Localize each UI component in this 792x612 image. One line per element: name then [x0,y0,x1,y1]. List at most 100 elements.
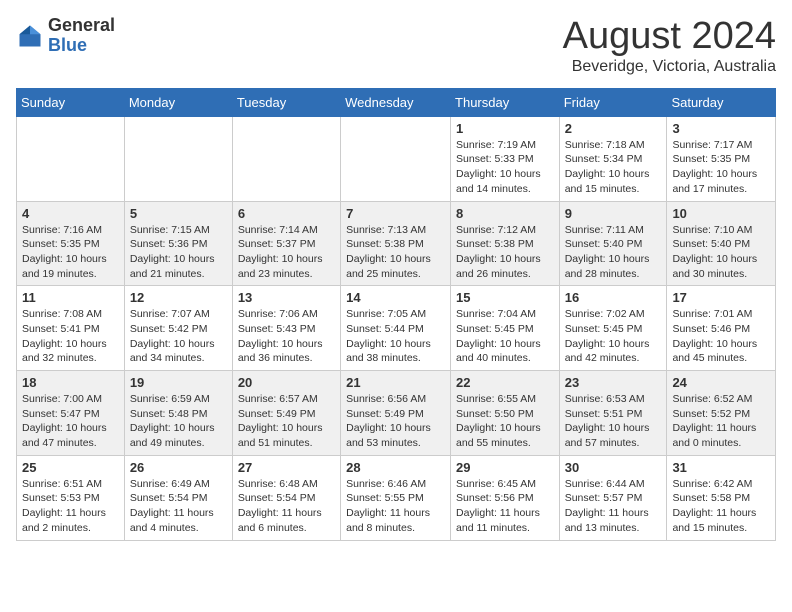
cell-1-4: 8Sunrise: 7:12 AM Sunset: 5:38 PM Daylig… [451,201,560,286]
cell-content: Sunrise: 7:07 AM Sunset: 5:42 PM Dayligh… [130,307,227,366]
day-number: 15 [456,290,554,305]
cell-content: Sunrise: 6:44 AM Sunset: 5:57 PM Dayligh… [565,477,662,536]
cell-content: Sunrise: 6:49 AM Sunset: 5:54 PM Dayligh… [130,477,227,536]
day-number: 28 [346,460,445,475]
cell-0-3 [341,116,451,201]
cell-content: Sunrise: 6:53 AM Sunset: 5:51 PM Dayligh… [565,392,662,451]
cell-0-0 [17,116,125,201]
cell-3-5: 23 Sunrise: 6:53 AM Sunset: 5:51 PM Dayli… [559,371,667,456]
calendar-table: SundayMondayTuesdayWednesdayThursdayFrid… [16,88,776,541]
cell-content: Sunrise: 6:45 AM Sunset: 5:56 PM Dayligh… [456,477,554,536]
cell-2-4: 15 Sunrise: 7:04 AM Sunset: 5:45 PM Dayli… [451,286,560,371]
week-row-2: 11 Sunrise: 7:08 AM Sunset: 5:41 PM Dayli… [17,286,776,371]
cell-content: Sunrise: 7:13 AM Sunset: 5:38 PM Dayligh… [346,223,445,282]
cell-3-6: 24Sunrise: 6:52 AM Sunset: 5:52 PM Dayli… [667,371,776,456]
week-row-0: 1 Sunrise: 7:19 AM Sunset: 5:33 PM Daylig… [17,116,776,201]
cell-0-6: 3 Sunrise: 7:17 AM Sunset: 5:35 PM Daylig… [667,116,776,201]
cell-content: Sunrise: 6:48 AM Sunset: 5:54 PM Dayligh… [238,477,335,536]
cell-content: Sunrise: 7:05 AM Sunset: 5:44 PM Dayligh… [346,307,445,366]
cell-1-3: 7 Sunrise: 7:13 AM Sunset: 5:38 PM Daylig… [341,201,451,286]
cell-content: Sunrise: 7:10 AM Sunset: 5:40 PM Dayligh… [672,223,770,282]
cell-content: Sunrise: 7:11 AM Sunset: 5:40 PM Dayligh… [565,223,662,282]
logo: General Blue [16,16,115,56]
day-number: 1 [456,121,554,136]
logo-general: General [48,15,115,35]
logo-text: General Blue [48,16,115,56]
day-number: 8 [456,206,554,221]
day-number: 25 [22,460,119,475]
header-saturday: Saturday [667,88,776,116]
cell-content: Sunrise: 6:57 AM Sunset: 5:49 PM Dayligh… [238,392,335,451]
header-thursday: Thursday [451,88,560,116]
cell-3-3: 21Sunrise: 6:56 AM Sunset: 5:49 PM Dayli… [341,371,451,456]
day-number: 14 [346,290,445,305]
day-number: 5 [130,206,227,221]
cell-2-0: 11 Sunrise: 7:08 AM Sunset: 5:41 PM Dayli… [17,286,125,371]
cell-0-2 [232,116,340,201]
cell-content: Sunrise: 7:18 AM Sunset: 5:34 PM Dayligh… [565,138,662,197]
cell-1-0: 4Sunrise: 7:16 AM Sunset: 5:35 PM Daylig… [17,201,125,286]
cell-content: Sunrise: 7:19 AM Sunset: 5:33 PM Dayligh… [456,138,554,197]
cell-content: Sunrise: 7:01 AM Sunset: 5:46 PM Dayligh… [672,307,770,366]
title-block: August 2024 Beveridge, Victoria, Austral… [563,16,776,76]
day-number: 17 [672,290,770,305]
cell-3-0: 18Sunrise: 7:00 AM Sunset: 5:47 PM Dayli… [17,371,125,456]
cell-1-6: 10 Sunrise: 7:10 AM Sunset: 5:40 PM Dayli… [667,201,776,286]
day-number: 19 [130,375,227,390]
cell-2-6: 17 Sunrise: 7:01 AM Sunset: 5:46 PM Dayli… [667,286,776,371]
day-number: 21 [346,375,445,390]
header-tuesday: Tuesday [232,88,340,116]
cell-content: Sunrise: 6:52 AM Sunset: 5:52 PM Dayligh… [672,392,770,451]
day-number: 2 [565,121,662,136]
cell-4-5: 30 Sunrise: 6:44 AM Sunset: 5:57 PM Dayli… [559,455,667,540]
header-wednesday: Wednesday [341,88,451,116]
cell-content: Sunrise: 6:42 AM Sunset: 5:58 PM Dayligh… [672,477,770,536]
cell-content: Sunrise: 6:55 AM Sunset: 5:50 PM Dayligh… [456,392,554,451]
header-monday: Monday [124,88,232,116]
day-number: 10 [672,206,770,221]
cell-content: Sunrise: 7:04 AM Sunset: 5:45 PM Dayligh… [456,307,554,366]
cell-4-0: 25 Sunrise: 6:51 AM Sunset: 5:53 PM Dayli… [17,455,125,540]
day-number: 30 [565,460,662,475]
month-title: August 2024 [563,16,776,58]
day-number: 7 [346,206,445,221]
cell-1-2: 6Sunrise: 7:14 AM Sunset: 5:37 PM Daylig… [232,201,340,286]
cell-4-1: 26 Sunrise: 6:49 AM Sunset: 5:54 PM Dayli… [124,455,232,540]
logo-icon [16,22,44,50]
day-number: 11 [22,290,119,305]
calendar-header-row: SundayMondayTuesdayWednesdayThursdayFrid… [17,88,776,116]
day-number: 9 [565,206,662,221]
cell-3-2: 20 Sunrise: 6:57 AM Sunset: 5:49 PM Dayli… [232,371,340,456]
cell-content: Sunrise: 7:17 AM Sunset: 5:35 PM Dayligh… [672,138,770,197]
cell-content: Sunrise: 7:00 AM Sunset: 5:47 PM Dayligh… [22,392,119,451]
cell-content: Sunrise: 7:14 AM Sunset: 5:37 PM Dayligh… [238,223,335,282]
cell-4-6: 31 Sunrise: 6:42 AM Sunset: 5:58 PM Dayli… [667,455,776,540]
day-number: 12 [130,290,227,305]
cell-content: Sunrise: 7:15 AM Sunset: 5:36 PM Dayligh… [130,223,227,282]
day-number: 27 [238,460,335,475]
week-row-4: 25 Sunrise: 6:51 AM Sunset: 5:53 PM Dayli… [17,455,776,540]
cell-3-1: 19 Sunrise: 6:59 AM Sunset: 5:48 PM Dayli… [124,371,232,456]
day-number: 23 [565,375,662,390]
cell-4-2: 27 Sunrise: 6:48 AM Sunset: 5:54 PM Dayli… [232,455,340,540]
cell-content: Sunrise: 6:59 AM Sunset: 5:48 PM Dayligh… [130,392,227,451]
cell-content: Sunrise: 6:51 AM Sunset: 5:53 PM Dayligh… [22,477,119,536]
day-number: 26 [130,460,227,475]
location-title: Beveridge, Victoria, Australia [563,58,776,76]
cell-content: Sunrise: 7:02 AM Sunset: 5:45 PM Dayligh… [565,307,662,366]
day-number: 4 [22,206,119,221]
cell-0-1 [124,116,232,201]
day-number: 20 [238,375,335,390]
cell-0-5: 2 Sunrise: 7:18 AM Sunset: 5:34 PM Daylig… [559,116,667,201]
day-number: 3 [672,121,770,136]
day-number: 31 [672,460,770,475]
cell-1-5: 9 Sunrise: 7:11 AM Sunset: 5:40 PM Daylig… [559,201,667,286]
cell-2-3: 14 Sunrise: 7:05 AM Sunset: 5:44 PM Dayli… [341,286,451,371]
cell-content: Sunrise: 7:08 AM Sunset: 5:41 PM Dayligh… [22,307,119,366]
cell-4-4: 29 Sunrise: 6:45 AM Sunset: 5:56 PM Dayli… [451,455,560,540]
cell-1-1: 5 Sunrise: 7:15 AM Sunset: 5:36 PM Daylig… [124,201,232,286]
cell-2-2: 13Sunrise: 7:06 AM Sunset: 5:43 PM Dayli… [232,286,340,371]
cell-2-5: 16Sunrise: 7:02 AM Sunset: 5:45 PM Dayli… [559,286,667,371]
day-number: 29 [456,460,554,475]
cell-2-1: 12 Sunrise: 7:07 AM Sunset: 5:42 PM Dayli… [124,286,232,371]
